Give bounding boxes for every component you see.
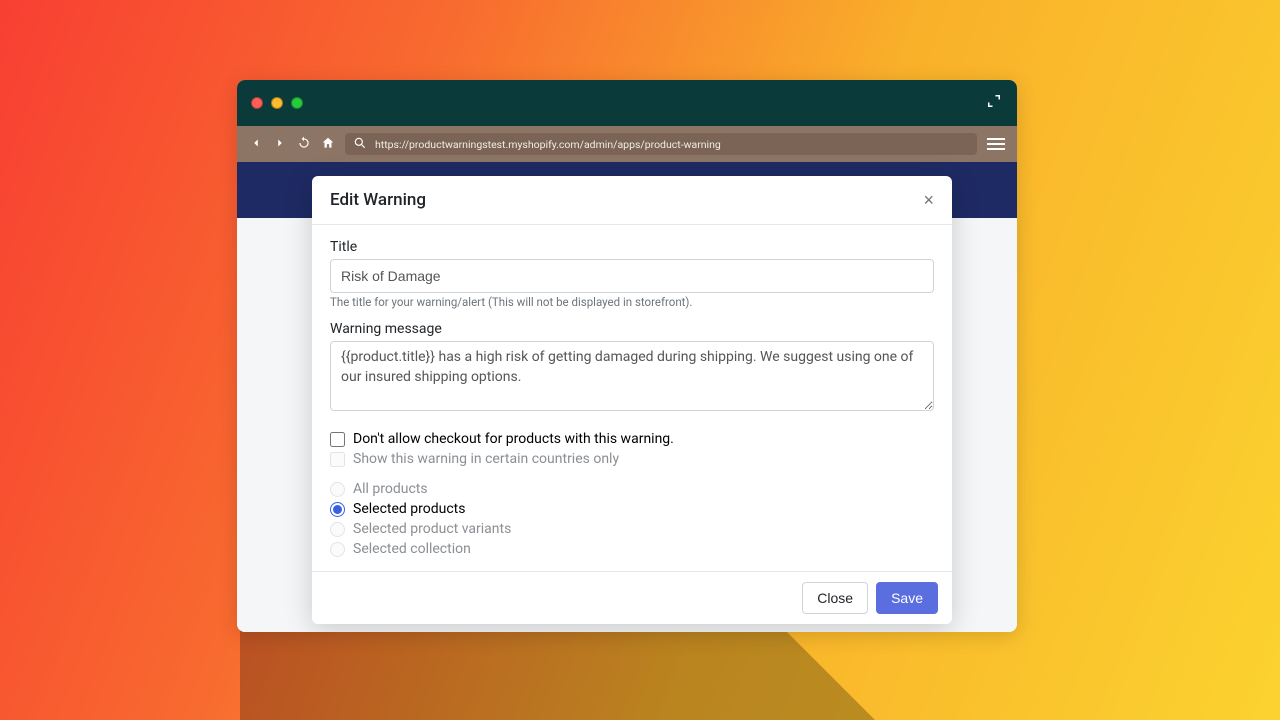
scope-all-products-radio[interactable] — [330, 482, 345, 497]
scope-variants-row[interactable]: Selected product variants — [330, 521, 934, 537]
close-icon[interactable]: × — [923, 191, 934, 209]
maximize-window-icon[interactable] — [291, 97, 303, 109]
url-text: https://productwarningstest.myshopify.co… — [375, 138, 721, 151]
block-checkout-label: Don't allow checkout for products with t… — [353, 431, 674, 447]
scope-collection-row[interactable]: Selected collection — [330, 541, 934, 557]
message-textarea[interactable]: {{product.title}} has a high risk of get… — [330, 341, 934, 411]
browser-window: https://productwarningstest.myshopify.co… — [237, 80, 1017, 632]
browser-toolbar: https://productwarningstest.myshopify.co… — [237, 126, 1017, 162]
close-window-icon[interactable] — [251, 97, 263, 109]
modal-footer: Close Save — [312, 571, 952, 624]
save-button[interactable]: Save — [876, 582, 938, 614]
countries-label: Show this warning in certain countries o… — [353, 451, 619, 467]
scope-variants-label: Selected product variants — [353, 521, 511, 537]
scope-selected-products-radio[interactable] — [330, 502, 345, 517]
message-label: Warning message — [330, 321, 934, 337]
url-bar[interactable]: https://productwarningstest.myshopify.co… — [345, 133, 977, 155]
reload-icon[interactable] — [297, 135, 311, 154]
window-titlebar — [237, 80, 1017, 126]
countries-checkbox[interactable] — [330, 452, 345, 467]
modal-header: Edit Warning × — [312, 176, 952, 225]
close-button[interactable]: Close — [802, 582, 868, 614]
search-icon — [353, 136, 367, 153]
title-help-text: The title for your warning/alert (This w… — [330, 295, 934, 309]
home-icon[interactable] — [321, 135, 335, 154]
scope-collection-label: Selected collection — [353, 541, 471, 557]
scope-selected-products-row[interactable]: Selected products — [330, 501, 934, 517]
scope-variants-radio[interactable] — [330, 522, 345, 537]
scope-collection-radio[interactable] — [330, 542, 345, 557]
title-input[interactable] — [330, 259, 934, 293]
minimize-window-icon[interactable] — [271, 97, 283, 109]
menu-icon[interactable] — [987, 138, 1005, 150]
block-checkout-checkbox[interactable] — [330, 432, 345, 447]
fullscreen-icon[interactable] — [985, 92, 1003, 114]
scope-all-products-label: All products — [353, 481, 428, 497]
scope-selected-products-label: Selected products — [353, 501, 465, 517]
modal-title: Edit Warning — [330, 190, 426, 210]
window-controls — [251, 97, 303, 109]
back-icon[interactable] — [249, 135, 263, 154]
edit-warning-modal: Edit Warning × Title The title for your … — [312, 176, 952, 624]
title-label: Title — [330, 239, 934, 255]
countries-checkbox-row[interactable]: Show this warning in certain countries o… — [330, 451, 934, 467]
block-checkout-checkbox-row[interactable]: Don't allow checkout for products with t… — [330, 431, 934, 447]
forward-icon[interactable] — [273, 135, 287, 154]
scope-all-products-row[interactable]: All products — [330, 481, 934, 497]
